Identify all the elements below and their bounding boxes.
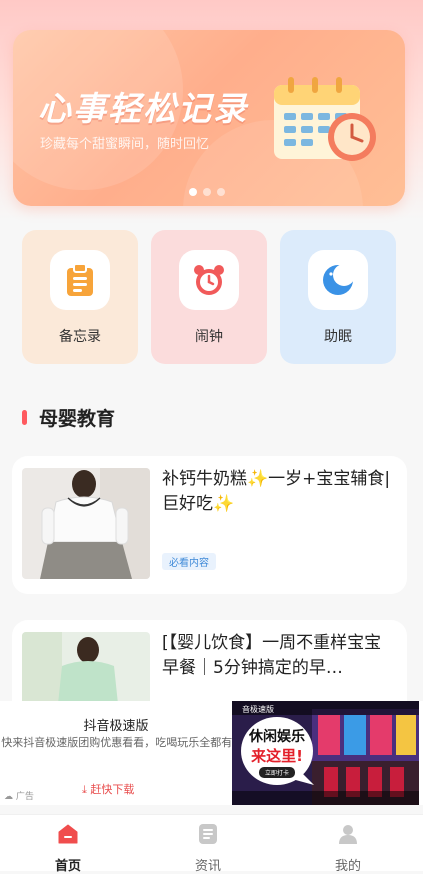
tool-label: 闹钟 <box>195 329 223 345</box>
banner-carousel[interactable]: 心事轻松记录 珍藏每个甜蜜瞬间，随时回忆 <box>13 30 405 206</box>
tab-profile[interactable]: 我的 <box>308 821 388 874</box>
ad-mark-label: 广告 <box>15 792 34 802</box>
tool-sleep-card[interactable]: 助眠 <box>280 230 396 364</box>
user-icon <box>339 825 357 844</box>
ad-image-brand: 音极速版 <box>242 704 274 714</box>
tab-label: 资讯 <box>194 859 221 874</box>
article-title: 补钙牛奶糕✨一岁+宝宝辅食|巨好吃✨ <box>162 469 391 514</box>
calendar-illustration-icon <box>274 77 376 161</box>
ad-banner[interactable]: 抖音极速版 快来抖音极速版团购优惠看看，吃喝玩乐全都有! ⤓ 赶快下载 ☁ 广告… <box>0 701 423 805</box>
ad-image-button: 立即打卡 <box>265 769 289 777</box>
article-thumbnail <box>22 468 150 579</box>
tool-grid: 备忘录 闹钟 助眠 <box>22 230 396 364</box>
ad-image[interactable]: 音极速版 休闲娱乐 来这里! 立即打卡 <box>232 701 419 805</box>
ad-image-headline: 休闲娱乐 <box>248 728 305 745</box>
ad-description: 快来抖音极速版团购优惠看看，吃喝玩乐全都有! <box>1 736 237 749</box>
article-card[interactable]: 补钙牛奶糕✨一岁+宝宝辅食|巨好吃✨ 必看内容 <box>12 456 407 594</box>
carousel-dot[interactable] <box>189 188 197 196</box>
banner-subtitle: 珍藏每个甜蜜瞬间，随时回忆 <box>40 137 210 152</box>
moon-icon <box>308 250 368 310</box>
clipboard-icon <box>50 250 110 310</box>
article-title: [【婴儿饮食】一周不重样宝宝早餐｜5分钟搞定的早… <box>162 633 382 678</box>
ad-title: 抖音极速版 <box>83 719 149 734</box>
home-icon <box>58 824 78 844</box>
tool-alarm-card[interactable]: 闹钟 <box>151 230 267 364</box>
banner-title: 心事轻松记录 <box>38 89 248 128</box>
section-header: 母婴教育 <box>22 404 115 431</box>
ad-image-headline: 来这里! <box>250 747 303 765</box>
ad-download-button[interactable]: ⤓ 赶快下载 <box>82 781 134 797</box>
ad-mark: ☁ 广告 <box>4 789 34 802</box>
tool-memo-card[interactable]: 备忘录 <box>22 230 138 364</box>
carousel-dot[interactable] <box>217 188 225 196</box>
bottom-tab-bar: 首页 资讯 我的 <box>0 814 423 874</box>
section-accent-bar <box>22 410 27 425</box>
ad-download-label: 赶快下载 <box>90 783 135 796</box>
news-icon <box>199 824 217 844</box>
tool-label: 助眠 <box>324 329 352 345</box>
tool-label: 备忘录 <box>59 329 101 345</box>
tab-label: 我的 <box>334 859 361 874</box>
article-tag: 必看内容 <box>162 553 216 570</box>
tab-home[interactable]: 首页 <box>28 821 108 874</box>
section-title: 母婴教育 <box>39 408 116 430</box>
tab-label: 首页 <box>54 859 81 874</box>
carousel-indicator[interactable] <box>189 188 225 196</box>
alarm-clock-icon <box>179 250 239 310</box>
download-arrow-icon: ⤓ <box>82 783 87 796</box>
tab-news[interactable]: 资讯 <box>168 821 248 874</box>
carousel-dot[interactable] <box>203 188 211 196</box>
cloud-icon: ☁ <box>4 792 13 802</box>
